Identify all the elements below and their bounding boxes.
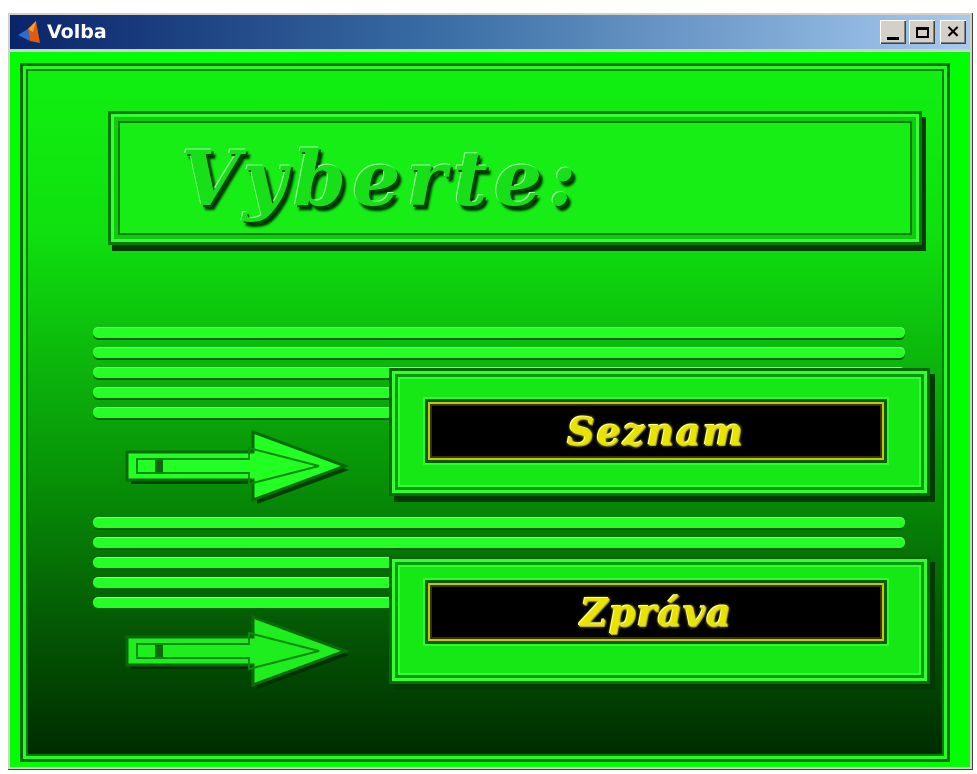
maximize-icon — [915, 26, 929, 38]
matlab-icon — [18, 21, 40, 43]
decorative-stripe — [93, 598, 393, 608]
seznam-button[interactable]: Seznam — [428, 402, 884, 460]
decorative-stripe — [93, 578, 393, 588]
decorative-stripe — [93, 388, 393, 398]
decorative-stripe — [93, 348, 905, 358]
option-frame-seznam: Seznam — [389, 368, 930, 496]
minimize-icon — [887, 36, 899, 40]
zprava-button[interactable]: Zpráva — [428, 583, 884, 641]
background-panel: Vyberte: Seznam Zpráva — [20, 63, 950, 762]
app-window: Volba × Vyberte: Seznam Zpráva — [7, 12, 973, 770]
zprava-button-label: Zpráva — [580, 589, 732, 635]
decorative-stripe — [93, 538, 905, 548]
close-icon: × — [945, 21, 961, 42]
decorative-stripe — [93, 328, 905, 338]
page-title: Vyberte: — [181, 134, 583, 223]
decorative-stripe — [93, 408, 393, 418]
maximize-button[interactable] — [909, 20, 935, 44]
window-client-area: Vyberte: Seznam Zpráva — [10, 52, 970, 767]
arrow-right-icon — [125, 614, 350, 689]
decorative-stripe — [93, 518, 905, 528]
arrow-right-icon — [125, 429, 350, 504]
decorative-stripe — [93, 558, 393, 568]
seznam-button-label: Seznam — [567, 408, 745, 454]
minimize-button[interactable] — [880, 20, 906, 44]
header-banner: Vyberte: — [108, 111, 922, 245]
option-frame-zprava: Zpráva — [389, 556, 930, 684]
close-button[interactable]: × — [940, 20, 966, 44]
window-controls: × — [880, 20, 966, 44]
title-bar[interactable]: Volba × — [10, 15, 970, 49]
window-title: Volba — [47, 21, 107, 43]
